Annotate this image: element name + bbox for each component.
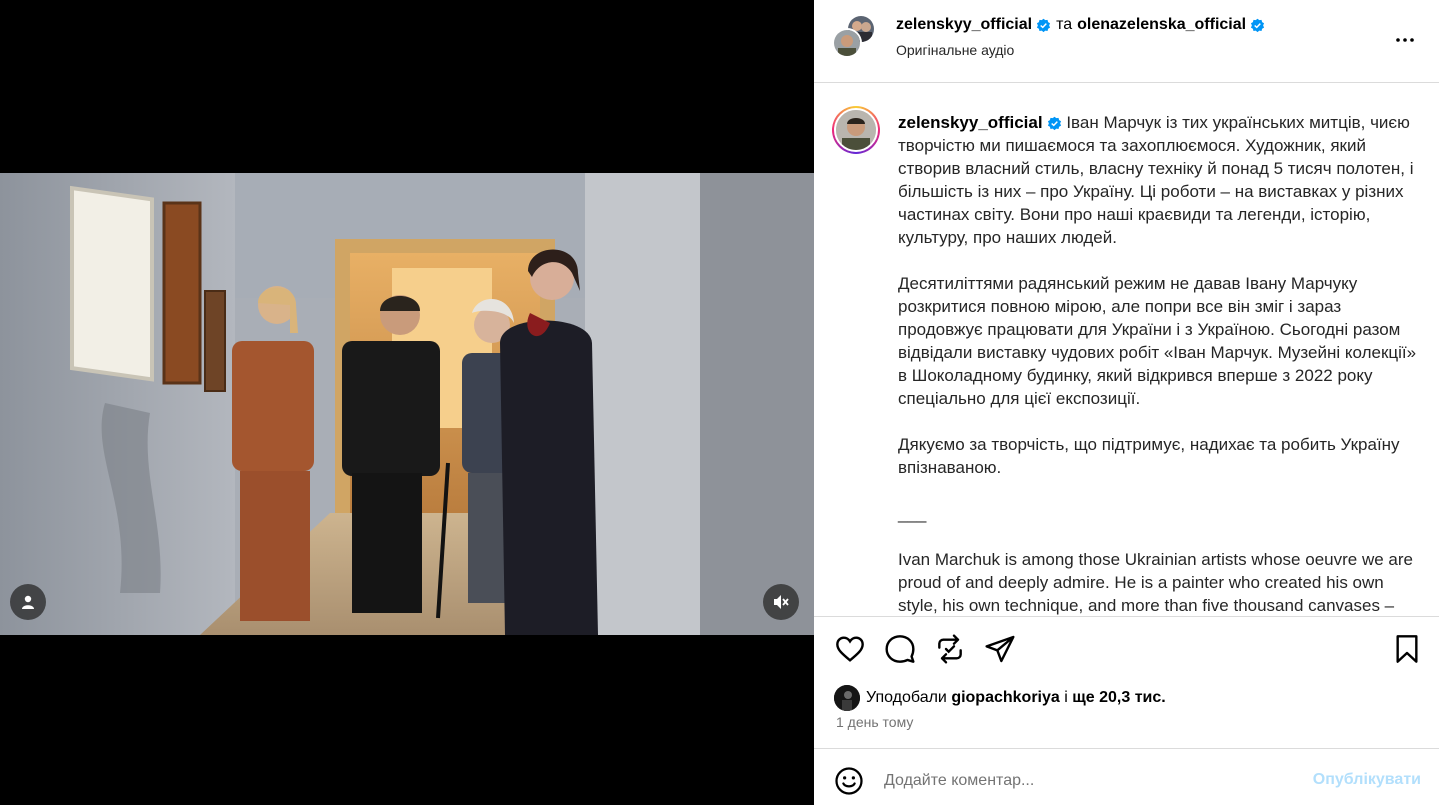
video-frame: [0, 173, 814, 635]
post-video[interactable]: [0, 173, 814, 635]
more-options-icon[interactable]: [1393, 28, 1417, 52]
verified-badge-icon: [1037, 18, 1051, 32]
audio-link[interactable]: Оригінальне аудіо: [896, 42, 1014, 58]
coauthor-avatars[interactable]: [832, 14, 878, 60]
caption-paragraph-text: Іван Марчук із тих українських митців, ч…: [898, 113, 1414, 247]
caption-separator: ___: [898, 504, 927, 523]
caption-paragraph: Дякуємо за творчість, що підтримує, нади…: [898, 435, 1400, 477]
verified-badge-icon: [1251, 18, 1265, 32]
liker-link[interactable]: giopachkoriya: [951, 689, 1059, 707]
caption-text: zelenskyy_official Іван Марчук із тих ук…: [898, 111, 1423, 616]
bookmark-icon[interactable]: [1391, 633, 1423, 665]
avatar[interactable]: [834, 685, 860, 711]
post-authors: zelenskyy_official та olenazelenska_offi…: [896, 16, 1265, 34]
post-header: zelenskyy_official та olenazelenska_offi…: [814, 0, 1439, 83]
author-conjunction: та: [1056, 16, 1073, 33]
emoji-icon[interactable]: [834, 766, 864, 796]
publish-button[interactable]: Опублікувати: [1313, 771, 1421, 789]
media-viewer: [0, 0, 814, 805]
repost-icon[interactable]: [934, 633, 966, 665]
avatar: [832, 28, 862, 58]
caption-paragraph: Ivan Marchuk is among those Ukrainian ar…: [898, 550, 1413, 615]
comment-input[interactable]: [884, 768, 1284, 794]
verified-badge-icon: [1047, 116, 1061, 131]
tagged-users-button[interactable]: [10, 584, 46, 620]
author-link[interactable]: olenazelenska_official: [1077, 16, 1246, 34]
caption-username[interactable]: zelenskyy_official: [898, 113, 1043, 132]
post-timestamp[interactable]: 1 день тому: [836, 714, 913, 730]
user-tag-icon: [22, 595, 34, 609]
comment-composer: Опублікувати: [814, 748, 1439, 805]
author-link[interactable]: zelenskyy_official: [896, 16, 1032, 34]
mute-toggle-button[interactable]: [763, 584, 799, 620]
caption-area[interactable]: zelenskyy_official Іван Марчук із тих ук…: [814, 83, 1439, 616]
avatar: [834, 108, 878, 152]
likes-summary: Уподобали giopachkoriya і ще 20,3 тис.: [834, 685, 1166, 711]
share-icon[interactable]: [984, 633, 1016, 665]
actions-bar: Уподобали giopachkoriya і ще 20,3 тис. 1…: [814, 616, 1439, 746]
likes-count-link[interactable]: ще 20,3 тис.: [1072, 689, 1165, 707]
caption-paragraph: Десятиліттями радянський режим не давав …: [898, 274, 1417, 408]
muted-speaker-icon: [774, 595, 789, 609]
likes-middle: і: [1064, 689, 1068, 706]
comment-icon[interactable]: [884, 633, 916, 665]
caption-avatar[interactable]: [832, 106, 880, 154]
heart-icon[interactable]: [834, 633, 866, 665]
post-details-panel: zelenskyy_official та olenazelenska_offi…: [814, 0, 1439, 805]
caption-paragraph: zelenskyy_official Іван Марчук із тих ук…: [898, 111, 1423, 249]
likes-prefix: Уподобали: [866, 689, 947, 706]
